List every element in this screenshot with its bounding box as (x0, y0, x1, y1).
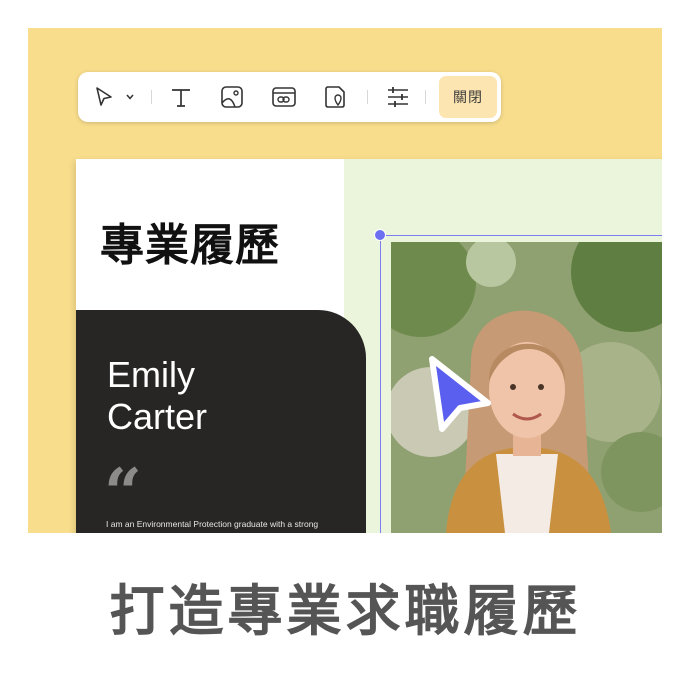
profile-card: Emily Carter “ I am an Environmental Pro… (76, 310, 366, 533)
canvas-stage: 關閉 專業履歷 Emily Carter “ I am an Environme… (28, 28, 662, 533)
quote-icon: “ (104, 454, 142, 532)
link-card-icon[interactable] (271, 85, 297, 109)
last-name[interactable]: Carter (107, 396, 207, 438)
location-pin-icon[interactable] (322, 85, 348, 109)
bio-text[interactable]: I am an Environmental Protection graduat… (106, 518, 336, 531)
caption-heading: 打造專業求職履歷 (109, 579, 582, 643)
text-icon[interactable] (168, 85, 194, 109)
resume-title[interactable]: 專業履歷 (100, 209, 280, 273)
editor-toolbar: 關閉 (78, 72, 501, 122)
chevron-down-icon[interactable] (124, 91, 136, 103)
pointer-icon[interactable] (92, 85, 116, 109)
sliders-icon[interactable] (385, 85, 411, 109)
image-icon[interactable] (219, 85, 245, 109)
toolbar-divider (151, 90, 152, 104)
cursor-arrow-icon (424, 353, 496, 435)
toolbar-divider (367, 90, 368, 104)
close-button[interactable]: 關閉 (439, 76, 497, 118)
resize-handle[interactable] (374, 229, 386, 241)
toolbar-divider (425, 90, 426, 104)
first-name[interactable]: Emily (107, 354, 195, 396)
